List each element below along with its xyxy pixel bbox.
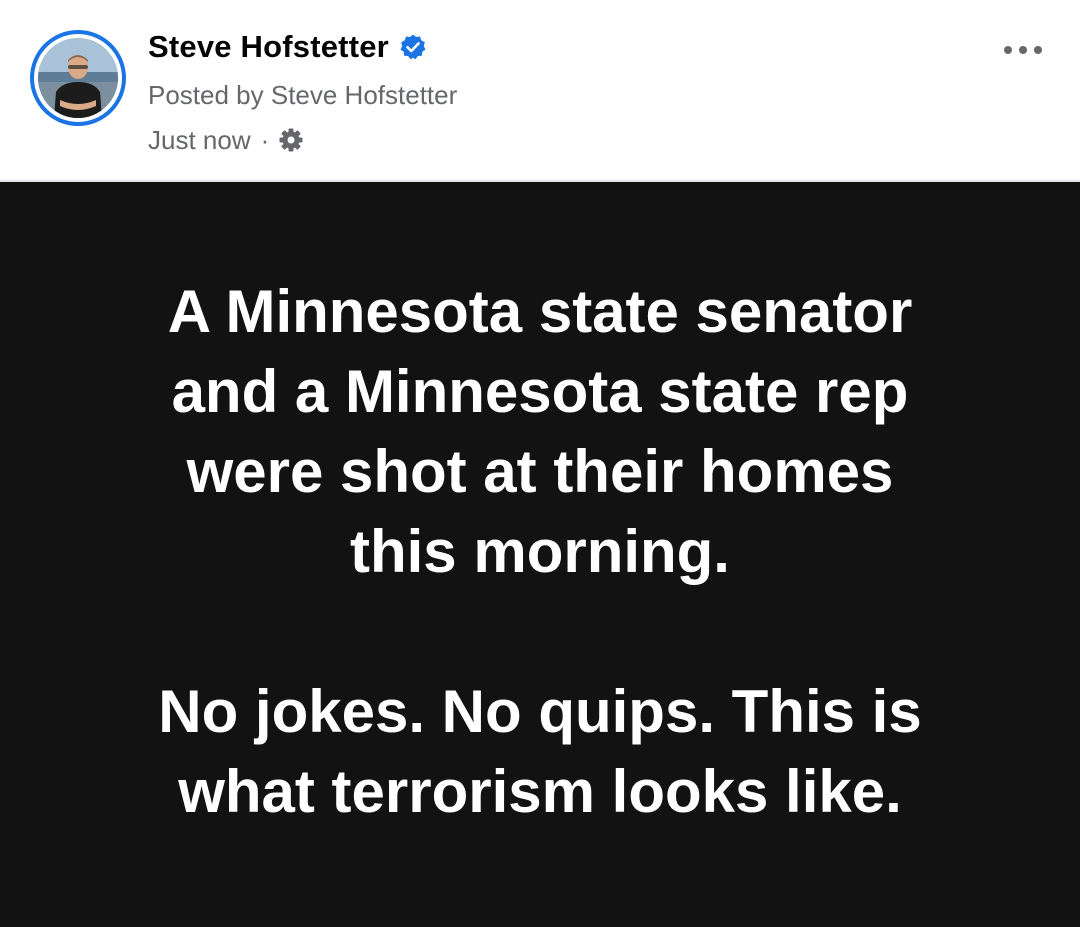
posted-by-label: Posted by Steve Hofstetter bbox=[148, 80, 458, 110]
post-text-line: this morning. bbox=[350, 518, 730, 585]
profile-photo-icon bbox=[38, 38, 118, 118]
post-text-line: A Minnesota state senator bbox=[167, 278, 913, 345]
meta-separator: · bbox=[260, 124, 270, 155]
post-paragraph: A Minnesota state senator and a Minnesot… bbox=[0, 272, 1080, 592]
post-text-line: and a Minnesota state rep bbox=[171, 358, 909, 425]
avatar-border bbox=[34, 34, 122, 122]
author-row: Steve Hofstetter bbox=[148, 26, 427, 68]
post-text-background: A Minnesota state senator and a Minnesot… bbox=[0, 180, 1080, 927]
post-text-line: were shot at their homes bbox=[186, 438, 894, 505]
facebook-post: Steve Hofstetter Posted by Steve Hofstet… bbox=[0, 0, 1080, 927]
gear-icon[interactable] bbox=[277, 126, 305, 154]
post-meta: Just now · bbox=[148, 122, 305, 158]
author-name[interactable]: Steve Hofstetter bbox=[148, 29, 389, 65]
avatar[interactable] bbox=[30, 30, 126, 126]
post-text-line: what terrorism looks like. bbox=[178, 758, 902, 825]
post-timestamp[interactable]: Just now bbox=[148, 125, 251, 156]
more-options-button[interactable] bbox=[996, 30, 1050, 70]
more-options-icon bbox=[1004, 46, 1042, 54]
post-paragraph: No jokes. No quips. This is what terrori… bbox=[0, 672, 1080, 832]
verified-badge-icon bbox=[399, 33, 427, 61]
post-text: A Minnesota state senator and a Minnesot… bbox=[0, 272, 1080, 832]
post-header: Steve Hofstetter Posted by Steve Hofstet… bbox=[0, 0, 1080, 180]
post-text-line: No jokes. No quips. This is bbox=[158, 678, 922, 745]
